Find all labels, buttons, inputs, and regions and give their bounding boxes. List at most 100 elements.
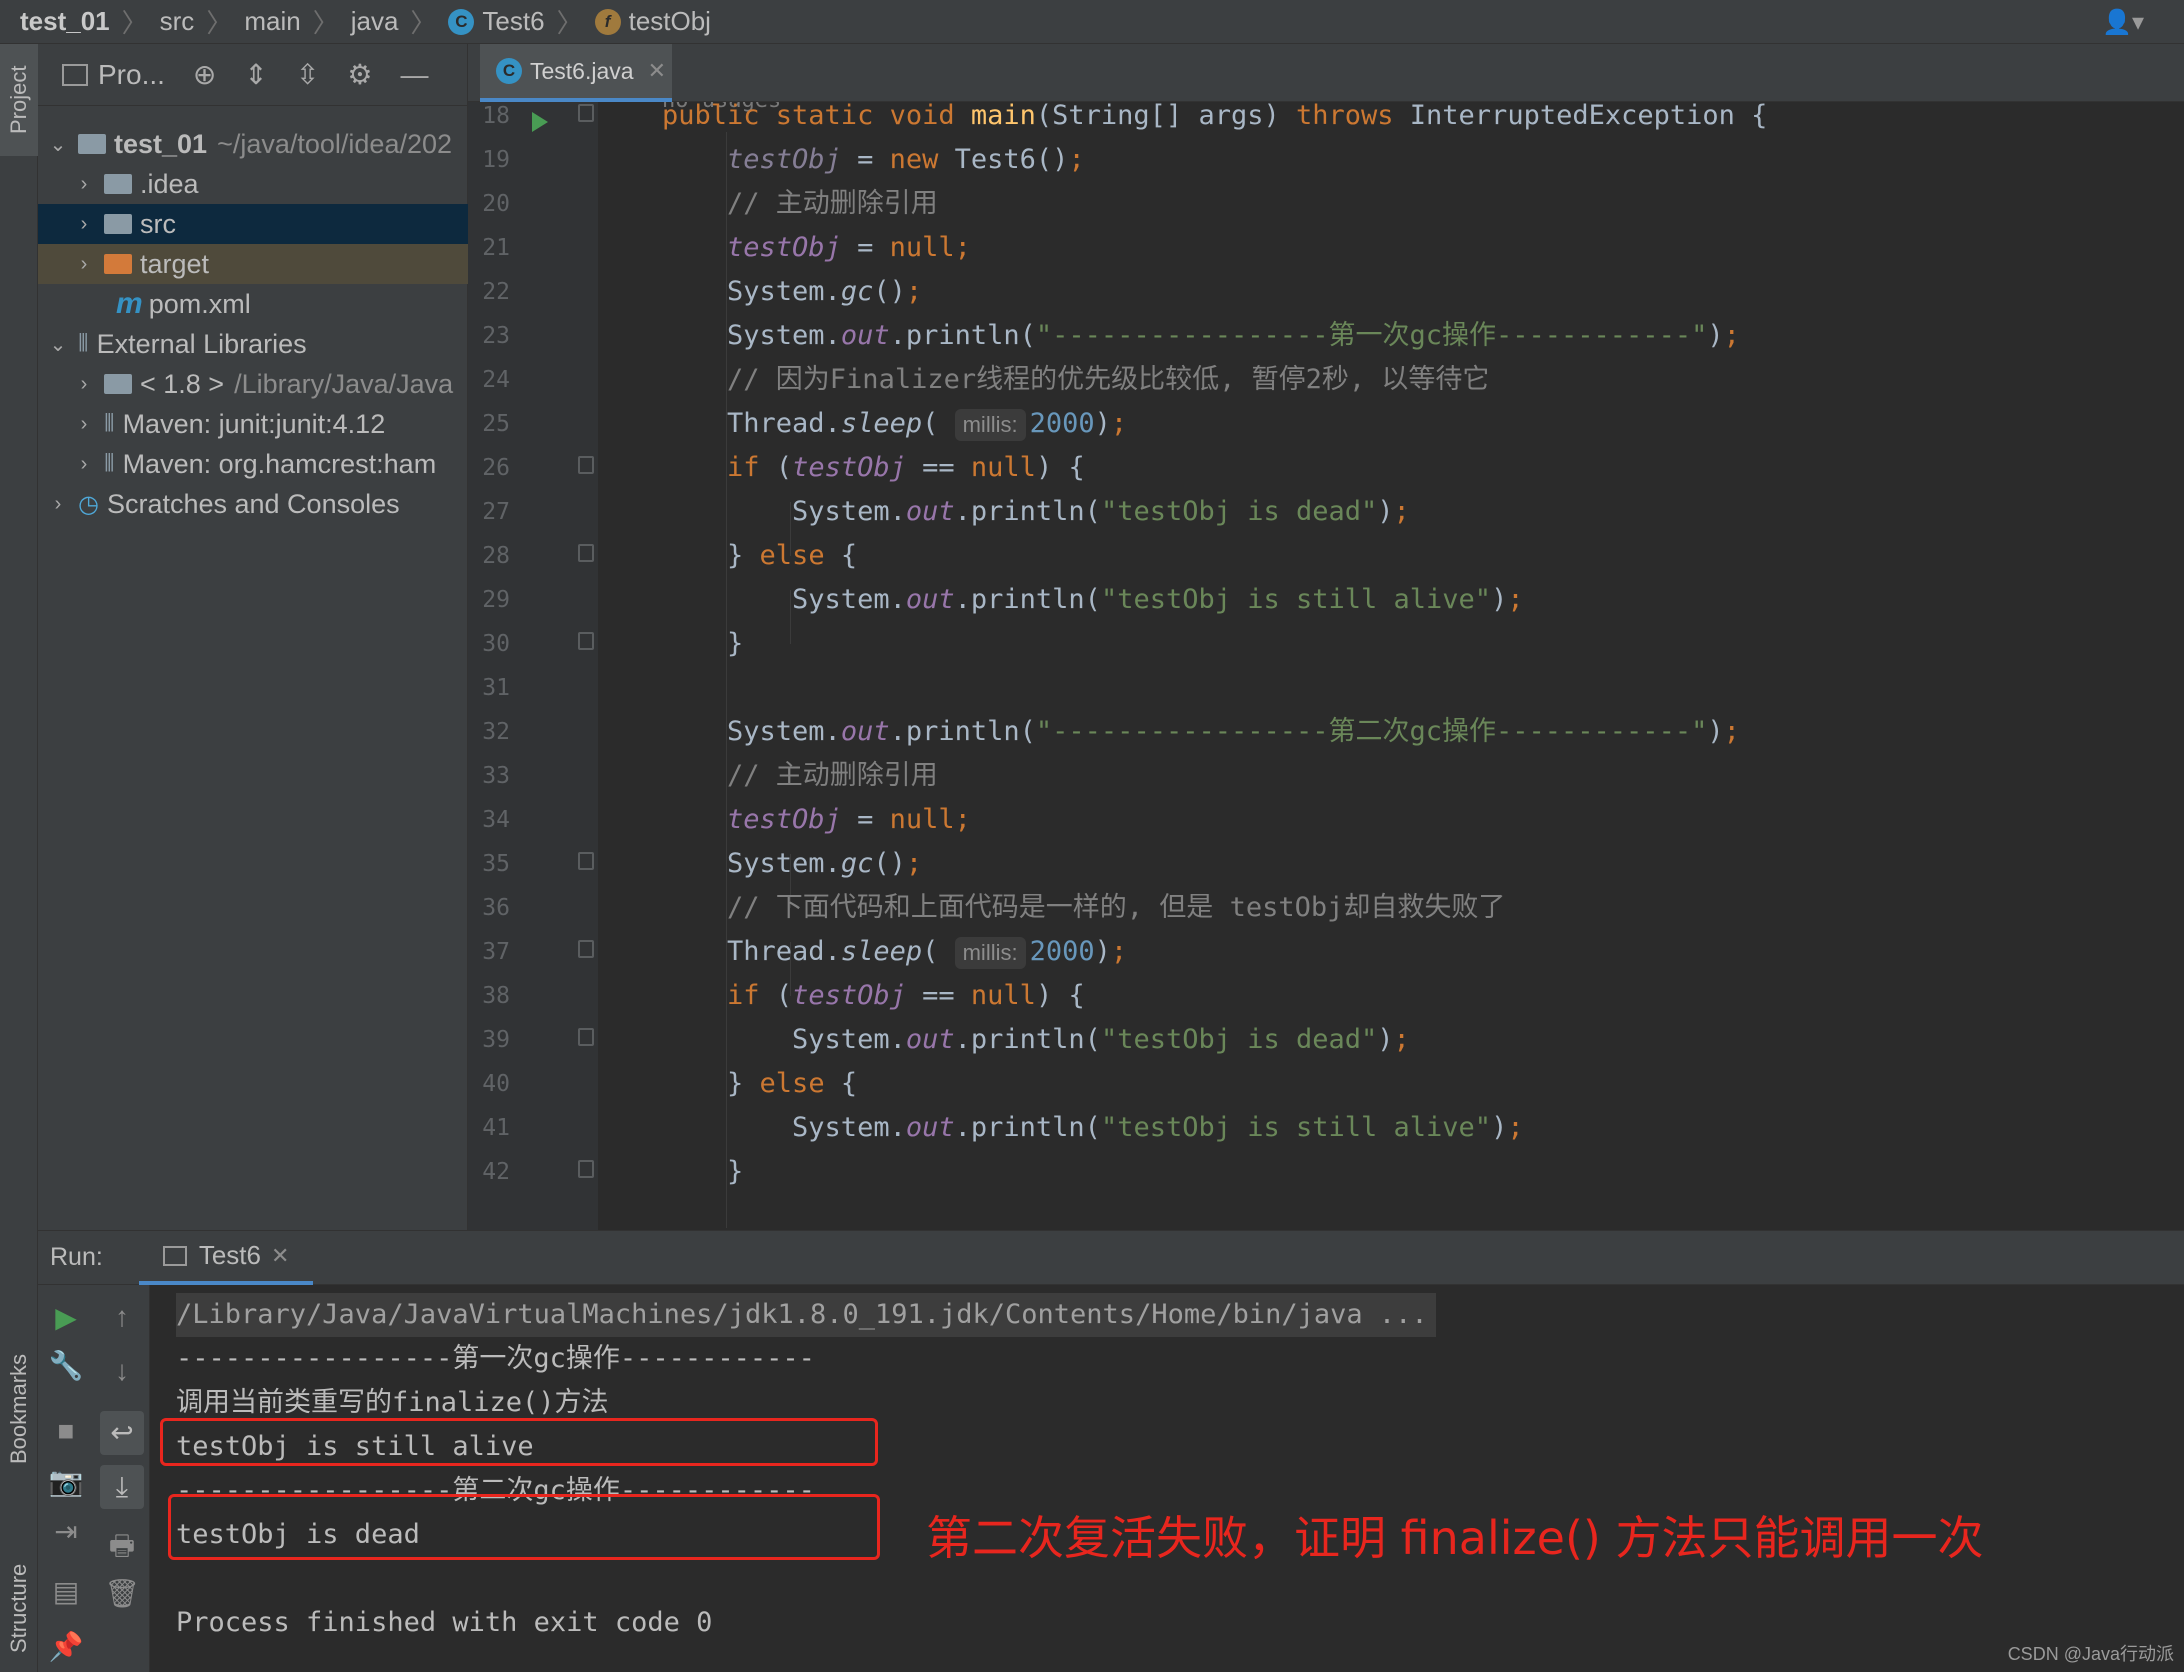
user-icon[interactable]: 👤▾ (2102, 8, 2144, 37)
print-icon[interactable]: 🖶 (94, 1525, 150, 1573)
chevron-right-icon: 〉 (410, 8, 437, 38)
hide-icon[interactable]: — (400, 59, 428, 91)
code-line: testObj = null; (727, 804, 971, 835)
highlight-box-dead (168, 1494, 880, 1560)
chevron-right-icon: 〉 (312, 8, 339, 38)
tree-item-src[interactable]: › src (38, 204, 468, 244)
project-tool-tab[interactable]: Project (0, 44, 38, 156)
tab-test6-java[interactable]: C Test6.java ✕ (480, 44, 672, 102)
expand-all-icon[interactable]: ⇕ (244, 58, 267, 91)
breadcrumb-src[interactable]: src (160, 6, 195, 37)
tree-item-jdk[interactable]: › < 1.8 > /Library/Java/Java (38, 364, 468, 404)
chevron-right-icon: › (80, 372, 88, 395)
arrow-up-icon[interactable]: ↑ (94, 1301, 150, 1333)
chevron-right-icon: › (80, 252, 88, 275)
line-number: 25 (482, 411, 510, 437)
tree-item-idea[interactable]: › .idea (38, 164, 468, 204)
tree-item-external-libraries[interactable]: ⌄ ⦀ External Libraries (38, 324, 468, 364)
line-number: 28 (482, 543, 510, 569)
chevron-right-icon: › (80, 412, 88, 435)
fold-icon[interactable] (578, 852, 594, 870)
code-line: System.out.println("-----------------第二次… (662, 716, 1740, 747)
parameter-hint: millis: (954, 409, 1026, 441)
trash-icon[interactable]: 🗑 (94, 1577, 150, 1610)
arrow-down-icon[interactable]: ↓ (94, 1355, 150, 1387)
library-icon: ⦀ (104, 450, 115, 477)
breadcrumb-project[interactable]: test_01 (20, 6, 110, 37)
collapse-all-icon[interactable]: ⇳ (296, 58, 319, 91)
pin-icon[interactable]: 📌 (38, 1630, 94, 1663)
line-number: 19 (482, 147, 510, 173)
camera-icon[interactable]: 📷 (38, 1465, 94, 1498)
fold-icon[interactable] (578, 456, 594, 474)
breadcrumb-field[interactable]: f testObj (594, 6, 711, 37)
line-number: 34 (482, 807, 510, 833)
project-toolbar: Pro... ⊕ ⇕ ⇳ ⚙ — (38, 44, 467, 106)
excluded-folder-icon (104, 254, 132, 274)
code-line: if (testObj == null) { (727, 452, 1085, 483)
line-number: 22 (482, 279, 510, 305)
console-icon (162, 1245, 187, 1266)
breadcrumb: test_01 〉 src 〉 main 〉 java 〉 C Test6 〉 f… (0, 0, 2184, 44)
line-number: 36 (482, 895, 510, 921)
watermark: CSDN @Java行动派 (2007, 1644, 2174, 1664)
gear-icon[interactable]: ⚙ (347, 58, 372, 91)
tree-item-junit[interactable]: › ⦀ Maven: junit:junit:4.12 (38, 404, 468, 444)
chevron-down-icon: ⌄ (49, 133, 67, 156)
locate-icon[interactable]: ⊕ (193, 58, 216, 91)
breadcrumb-class[interactable]: C Test6 (448, 6, 545, 37)
code-line: System.out.println("testObj is still ali… (662, 1112, 1524, 1143)
chevron-right-icon: › (80, 172, 88, 195)
run-toolbar-secondary: ↑ ↓ ↩ ⤓ 🖶 🗑 (94, 1285, 150, 1672)
fold-icon[interactable] (578, 104, 594, 122)
project-view-icon (62, 63, 88, 86)
parameter-hint: millis: (954, 937, 1026, 969)
run-gutter-icon[interactable] (532, 112, 548, 132)
tree-item-scratches[interactable]: › ◷ Scratches and Consoles (38, 484, 468, 524)
run-toolbar-primary: ▶ 🔧 ■ 📷 ⇥ ▤ 📌 (38, 1285, 94, 1672)
fold-icon[interactable] (578, 940, 594, 958)
fold-icon[interactable] (578, 544, 594, 562)
line-number: 23 (482, 323, 510, 349)
maven-icon: m (116, 287, 143, 320)
run-header: Run: Test6 ✕ (38, 1231, 2184, 1285)
project-view-selector[interactable]: Pro... (98, 59, 165, 91)
structure-tool-tab[interactable]: Structure (0, 1544, 38, 1672)
fold-icon[interactable] (578, 632, 594, 650)
line-number: 24 (482, 367, 510, 393)
tree-item-hamcrest[interactable]: › ⦀ Maven: org.hamcrest:ham (38, 444, 468, 484)
code-line: System.out.println("testObj is still ali… (662, 584, 1524, 615)
code-line: System.out.println("testObj is dead"); (662, 1024, 1410, 1055)
code-line: Thread.sleep( millis: 2000); (662, 936, 1128, 969)
soft-wrap-icon[interactable]: ↩ (100, 1411, 144, 1455)
code-line: } else { (662, 1068, 858, 1099)
chevron-right-icon: › (54, 492, 62, 515)
fold-icon[interactable] (578, 1160, 594, 1178)
close-icon[interactable]: ✕ (271, 1243, 289, 1269)
fold-icon[interactable] (578, 1028, 594, 1046)
layout-icon[interactable]: ▤ (38, 1575, 94, 1608)
tree-item-target[interactable]: › target (38, 244, 468, 284)
tree-item-pom[interactable]: m pom.xml (38, 284, 468, 324)
bookmarks-tool-tab[interactable]: Bookmarks (0, 1344, 38, 1474)
code-line: // 因为Finalizer线程的优先级比较低, 暂停2秒, 以等待它 (727, 364, 1490, 395)
rerun-icon[interactable]: ▶ (38, 1301, 94, 1334)
close-icon[interactable]: ✕ (648, 58, 666, 84)
stop-icon[interactable]: ■ (38, 1415, 94, 1447)
exit-icon[interactable]: ⇥ (38, 1515, 94, 1548)
run-tab-test6[interactable]: Test6 ✕ (138, 1231, 314, 1285)
tree-item-project-root[interactable]: ⌄ test_01 ~/java/tool/idea/202 (38, 124, 468, 164)
code-line: if (testObj == null) { (727, 980, 1085, 1011)
scroll-to-end-icon[interactable]: ⤓ (100, 1465, 144, 1509)
chevron-right-icon: 〉 (206, 8, 233, 38)
code-line: // 主动删除引用 (727, 760, 938, 791)
class-icon: C (448, 8, 475, 35)
code-editor[interactable]: no usages 18 19 20 21 22 23 24 25 26 27 … (468, 102, 2184, 1230)
console-output[interactable]: /Library/Java/JavaVirtualMachines/jdk1.8… (176, 1285, 2176, 1672)
breadcrumb-java[interactable]: java (351, 6, 399, 37)
breadcrumb-main[interactable]: main (244, 6, 300, 37)
wrench-icon[interactable]: 🔧 (38, 1349, 94, 1382)
console-line-exit: Process finished with exit code 0 (176, 1607, 713, 1638)
line-number: 33 (482, 763, 510, 789)
chevron-down-icon: ⌄ (49, 333, 67, 356)
